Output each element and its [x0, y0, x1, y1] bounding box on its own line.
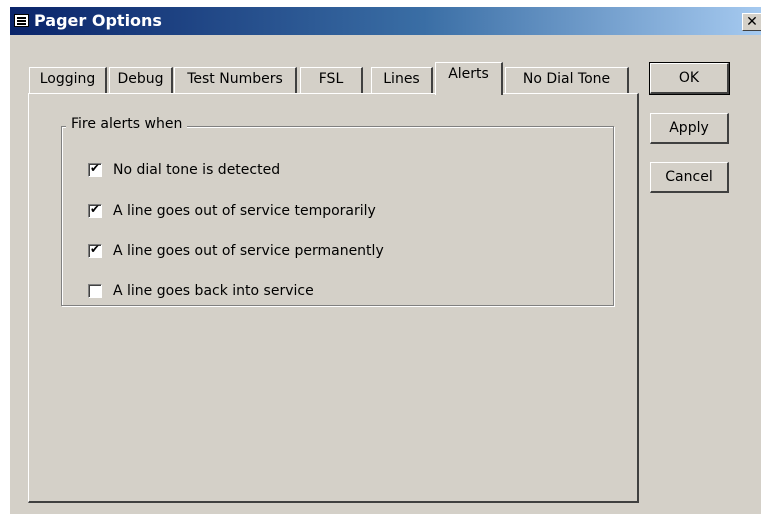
- option-back-into-service[interactable]: A line goes back into service: [88, 282, 314, 300]
- option-no-dial-tone[interactable]: No dial tone is detected: [88, 161, 280, 179]
- tab-no-dial-tone[interactable]: No Dial Tone: [505, 67, 629, 93]
- window-title: Pager Options: [34, 11, 162, 30]
- title-bar[interactable]: Pager Options ✕: [10, 7, 761, 35]
- checkbox-back-into-service[interactable]: [88, 284, 102, 298]
- alerts-tab-panel: Fire alerts when No dial tone is detecte…: [28, 93, 639, 503]
- option-out-of-service-temporarily[interactable]: A line goes out of service temporarily: [88, 202, 376, 220]
- checkbox-out-of-service-permanently[interactable]: [88, 242, 102, 258]
- apply-button[interactable]: Apply: [650, 113, 729, 144]
- option-out-of-service-permanently[interactable]: A line goes out of service permanently: [88, 242, 384, 260]
- tab-debug[interactable]: Debug: [109, 67, 173, 93]
- fire-alerts-groupbox: Fire alerts when No dial tone is detecte…: [61, 116, 614, 306]
- checkbox-no-dial-tone[interactable]: [88, 161, 102, 177]
- app-icon: [14, 14, 29, 27]
- option-label: A line goes out of service permanently: [113, 243, 384, 259]
- tab-logging[interactable]: Logging: [29, 67, 107, 93]
- option-label: A line goes back into service: [113, 283, 314, 299]
- option-label: No dial tone is detected: [113, 162, 281, 178]
- tab-test-numbers[interactable]: Test Numbers: [174, 67, 297, 93]
- tab-fsl[interactable]: FSL: [300, 67, 363, 93]
- pager-options-dialog: Pager Options ✕ Logging Debug Test Numbe…: [9, 6, 761, 514]
- close-button[interactable]: ✕: [742, 13, 761, 31]
- tab-lines[interactable]: Lines: [371, 67, 433, 93]
- ok-button[interactable]: OK: [649, 62, 730, 95]
- tab-alerts[interactable]: Alerts: [435, 62, 503, 95]
- checkbox-out-of-service-temporarily[interactable]: [88, 202, 102, 218]
- cancel-button[interactable]: Cancel: [650, 162, 729, 193]
- option-label: A line goes out of service temporarily: [113, 203, 376, 219]
- groupbox-legend: Fire alerts when: [66, 116, 188, 132]
